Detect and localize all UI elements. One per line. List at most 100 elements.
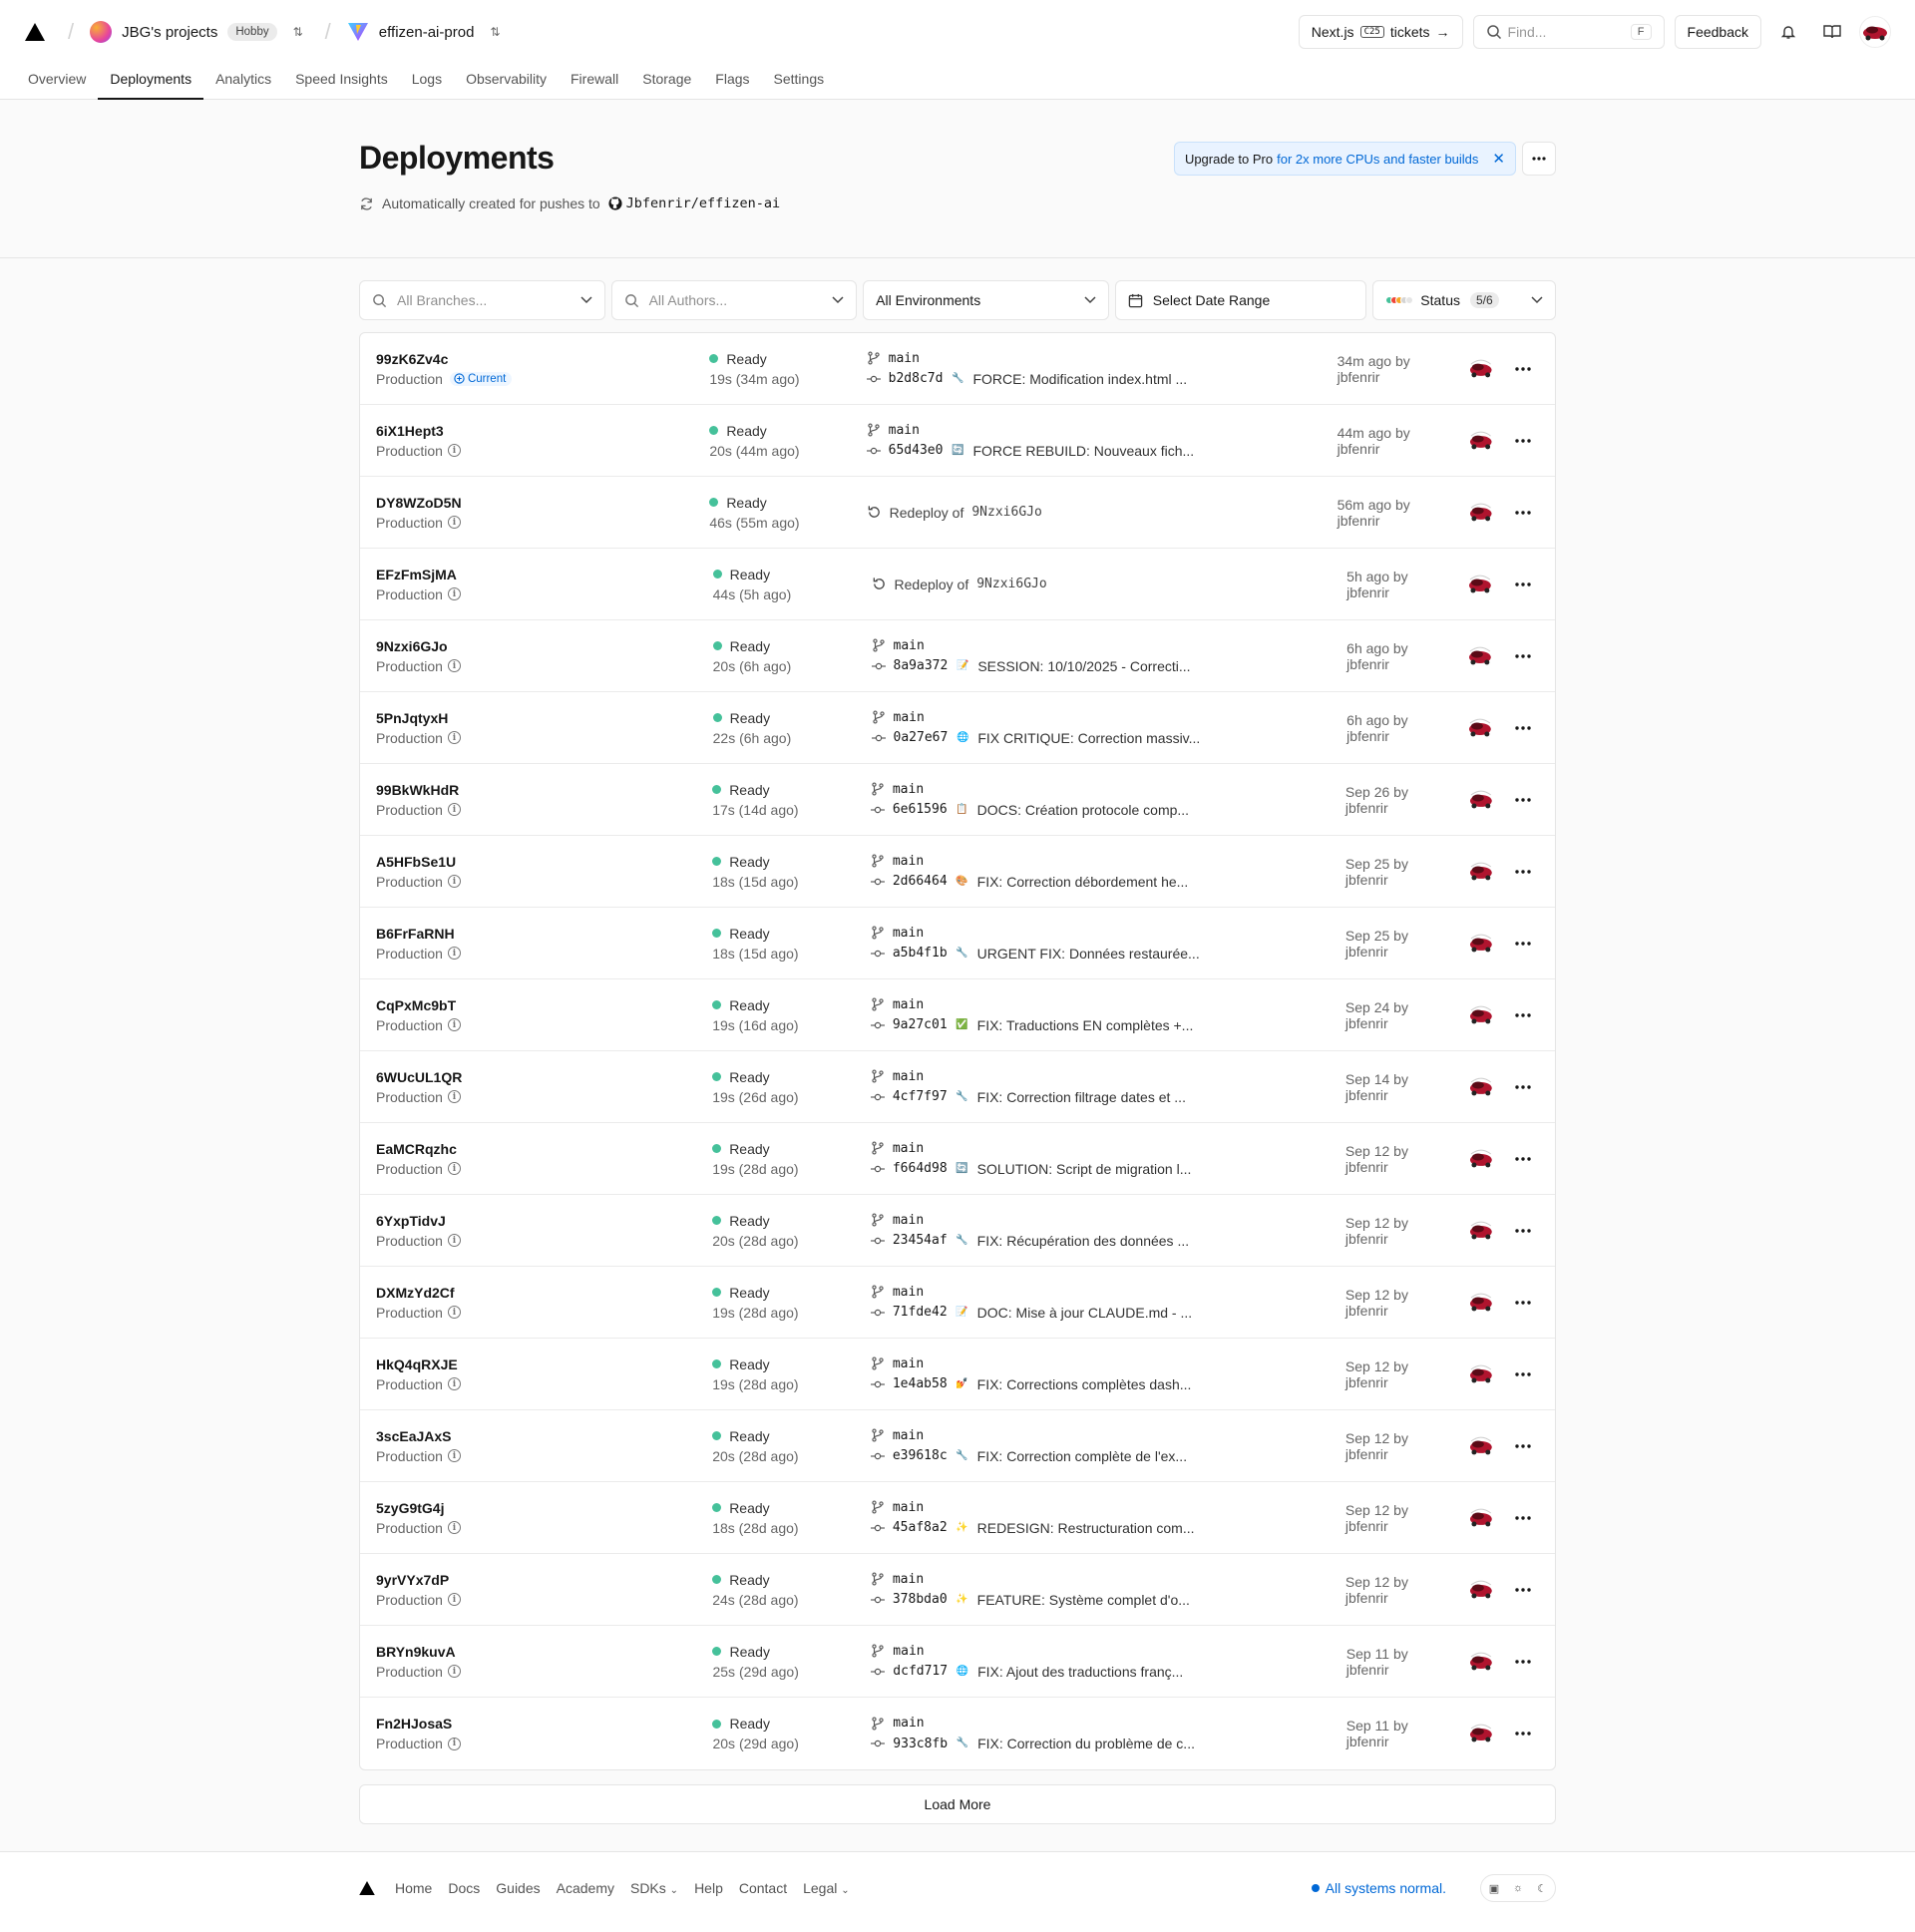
row-more-button[interactable] <box>1507 1143 1539 1175</box>
commit-sha[interactable]: e39618c <box>893 1448 948 1463</box>
commit-sha[interactable]: 9a27c01 <box>893 1017 948 1032</box>
environments-filter[interactable]: All Environments <box>863 280 1109 320</box>
tab-flags[interactable]: Flags <box>703 71 761 99</box>
author-avatar[interactable] <box>1468 1002 1494 1028</box>
footer-link-docs[interactable]: Docs <box>448 1880 480 1896</box>
commit-message[interactable]: SOLUTION: Script de migration l... <box>977 1161 1192 1177</box>
commit-sha[interactable]: 65d43e0 <box>889 443 944 458</box>
deployment-row[interactable]: EaMCRqzhc Production i Ready 19s (28d ago) ma… <box>360 1123 1555 1195</box>
deployment-row[interactable]: 6YxpTidvJ Production i Ready 20s (28d ago) ma… <box>360 1195 1555 1267</box>
row-more-button[interactable] <box>1507 640 1539 672</box>
row-more-button[interactable] <box>1507 1071 1539 1103</box>
tab-observability[interactable]: Observability <box>454 71 559 99</box>
deployment-id[interactable]: HkQ4qRXJE <box>376 1356 712 1372</box>
row-more-button[interactable] <box>1507 1358 1539 1390</box>
commit-sha[interactable]: 23454af <box>893 1233 948 1248</box>
deployment-row[interactable]: DXMzYd2Cf Production i Ready 19s (28d ago) ma… <box>360 1267 1555 1339</box>
info-icon[interactable]: i <box>447 1521 461 1534</box>
load-more-button[interactable]: Load More <box>359 1784 1556 1824</box>
system-theme-icon[interactable]: ▣ <box>1483 1877 1505 1899</box>
info-icon[interactable]: i <box>447 1593 461 1606</box>
commit-sha[interactable]: 71fde42 <box>893 1305 948 1320</box>
tab-storage[interactable]: Storage <box>630 71 703 99</box>
row-more-button[interactable] <box>1507 784 1539 816</box>
branch-name[interactable]: main <box>894 638 925 653</box>
tab-deployments[interactable]: Deployments <box>98 71 203 100</box>
deployment-row[interactable]: A5HFbSe1U Production i Ready 18s (15d ago) ma… <box>360 836 1555 908</box>
deployment-id[interactable]: DXMzYd2Cf <box>376 1285 712 1301</box>
upgrade-banner[interactable]: Upgrade to Pro for 2x more CPUs and fast… <box>1173 142 1516 176</box>
deployment-row[interactable]: 99BkWkHdR Production i Ready 17s (14d ago) ma… <box>360 764 1555 836</box>
row-more-button[interactable] <box>1507 856 1539 888</box>
author-avatar[interactable] <box>1468 1721 1494 1746</box>
author-avatar[interactable] <box>1468 1146 1494 1172</box>
branch-name[interactable]: main <box>893 1716 924 1731</box>
row-more-button[interactable] <box>1508 353 1539 385</box>
author-avatar[interactable] <box>1468 859 1494 885</box>
deployment-id[interactable]: DY8WZoD5N <box>376 495 709 511</box>
deployment-id[interactable]: EFzFmSjMA <box>376 567 713 582</box>
info-icon[interactable]: i <box>447 659 461 672</box>
redeploy-target-link[interactable]: 9Nzxi6GJo <box>971 505 1041 520</box>
author-avatar[interactable] <box>1468 787 1494 813</box>
row-more-button[interactable] <box>1507 1574 1539 1606</box>
row-more-button[interactable] <box>1507 712 1539 744</box>
row-more-button[interactable] <box>1508 425 1539 457</box>
moon-icon[interactable]: ☾ <box>1531 1877 1553 1899</box>
author-avatar[interactable] <box>1468 500 1494 526</box>
branch-name[interactable]: main <box>893 1644 924 1659</box>
date-range-filter[interactable]: Select Date Range <box>1114 280 1367 320</box>
author-avatar[interactable] <box>1468 1074 1494 1100</box>
deployment-row[interactable]: 6iX1Hept3 Production i Ready 20s (44m ago) ma… <box>360 405 1555 477</box>
tab-logs[interactable]: Logs <box>400 71 454 99</box>
info-icon[interactable]: i <box>447 875 461 888</box>
author-avatar[interactable] <box>1468 1577 1494 1603</box>
user-avatar[interactable] <box>1859 16 1891 48</box>
commit-message[interactable]: FIX: Ajout des traductions franç... <box>977 1664 1183 1680</box>
info-icon[interactable]: i <box>447 1018 461 1031</box>
branch-name[interactable]: main <box>893 1285 924 1300</box>
vercel-logo-icon[interactable] <box>24 22 46 42</box>
info-icon[interactable]: i <box>447 803 461 816</box>
footer-link-home[interactable]: Home <box>395 1880 432 1896</box>
info-icon[interactable]: i <box>447 1449 461 1462</box>
deployment-id[interactable]: 9Nzxi6GJo <box>376 638 713 654</box>
branch-name[interactable]: main <box>893 1428 924 1443</box>
branch-name[interactable]: main <box>893 926 924 941</box>
deployment-id[interactable]: 99zK6Zv4c <box>376 351 709 367</box>
commit-sha[interactable]: 378bda0 <box>893 1592 948 1607</box>
project-switcher[interactable]: effizen-ai-prod ⇅ <box>347 22 500 42</box>
bell-icon[interactable] <box>1771 15 1805 49</box>
author-avatar[interactable] <box>1468 931 1494 957</box>
deployment-id[interactable]: B6FrFaRNH <box>376 926 712 942</box>
row-more-button[interactable] <box>1508 497 1539 529</box>
author-avatar[interactable] <box>1468 1290 1494 1316</box>
commit-message[interactable]: DOC: Mise à jour CLAUDE.md - ... <box>977 1305 1193 1321</box>
row-more-button[interactable] <box>1507 1287 1539 1319</box>
chevron-updown-icon[interactable]: ⇅ <box>293 26 303 38</box>
branch-name[interactable]: main <box>893 854 924 869</box>
team-switcher[interactable]: JBG's projects Hobby ⇅ <box>90 21 303 43</box>
tab-overview[interactable]: Overview <box>16 71 98 99</box>
author-avatar[interactable] <box>1468 1361 1494 1387</box>
deployment-row[interactable]: 9Nzxi6GJo Production i Ready 20s (6h ago) mai… <box>360 620 1555 692</box>
system-status[interactable]: All systems normal. <box>1311 1880 1446 1896</box>
author-avatar[interactable] <box>1468 1218 1494 1244</box>
chevron-updown-icon[interactable]: ⇅ <box>490 26 500 38</box>
commit-message[interactable]: SESSION: 10/10/2025 - Correcti... <box>977 658 1190 674</box>
branch-name[interactable]: main <box>893 1356 924 1371</box>
commit-sha[interactable]: dcfd717 <box>893 1664 948 1679</box>
deployment-id[interactable]: 5PnJqtyxH <box>376 710 713 726</box>
branch-name[interactable]: main <box>893 1069 924 1084</box>
commit-message[interactable]: FORCE: Modification index.html ... <box>972 371 1187 387</box>
close-icon[interactable]: ✕ <box>1492 150 1505 168</box>
footer-link-legal[interactable]: Legal ⌄ <box>803 1880 850 1896</box>
deployment-row[interactable]: 3scEaJAxS Production i Ready 20s (28d ago) ma… <box>360 1410 1555 1482</box>
deployment-row[interactable]: 9yrVYx7dP Production i Ready 24s (28d ago) ma… <box>360 1554 1555 1626</box>
commit-message[interactable]: FIX: Traductions EN complètes +... <box>977 1017 1194 1033</box>
deployment-row[interactable]: 6WUcUL1QR Production i Ready 19s (26d ago) ma… <box>360 1051 1555 1123</box>
vercel-logo-icon[interactable] <box>359 1881 375 1895</box>
commit-message[interactable]: FIX: Correction du problème de c... <box>977 1736 1195 1751</box>
branch-name[interactable]: main <box>893 997 924 1012</box>
commit-sha[interactable]: 933c8fb <box>893 1737 948 1751</box>
